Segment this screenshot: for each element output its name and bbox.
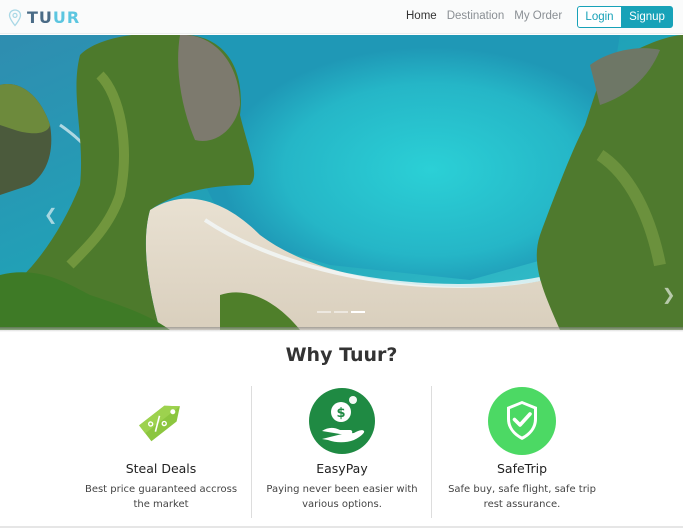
feature-desc: Paying never been easier with various op…	[266, 484, 418, 510]
section-title: Why Tuur?	[285, 344, 398, 366]
hero-divider	[0, 327, 683, 332]
feature-title: Steal Deals	[125, 461, 197, 476]
feature-desc: Safe buy, safe flight, safe trip rest as…	[448, 484, 596, 510]
navbar: TUUR Home Destination My Order Login Sig…	[0, 0, 683, 34]
nav-links: Home Destination My Order	[406, 10, 572, 22]
chevron-left-icon[interactable]: ❮	[44, 205, 58, 225]
carousel-indicators	[317, 311, 368, 313]
login-button[interactable]: Login	[577, 6, 622, 28]
chevron-right-icon[interactable]: ❯	[662, 285, 676, 305]
shield-check-icon	[488, 387, 556, 455]
hero-image	[0, 35, 683, 330]
feature-safetrip: SafeTrip Safe buy, safe flight, safe tri…	[432, 386, 612, 512]
brand-logo[interactable]: TUUR	[8, 8, 80, 27]
money-hand-icon: $	[309, 388, 375, 454]
carousel-indicator[interactable]	[317, 311, 331, 313]
carousel-indicator-active[interactable]	[351, 311, 365, 313]
svg-text:$: $	[336, 406, 345, 421]
hero-carousel: ❮ ❯	[0, 35, 683, 330]
nav-destination[interactable]: Destination	[447, 10, 505, 22]
feature-easypay: $ EasyPay Paying never been easier with …	[252, 386, 432, 512]
brand-name: TUUR	[27, 8, 81, 27]
price-tag-icon	[139, 405, 180, 442]
feature-desc: Best price guaranteed accross the market	[84, 484, 238, 510]
feature-title: SafeTrip	[496, 461, 548, 476]
feature-steal-deals: Steal Deals Best price guaranteed accros…	[71, 386, 251, 512]
nav-my-order[interactable]: My Order	[514, 10, 562, 22]
carousel-indicator[interactable]	[334, 311, 348, 313]
signup-button[interactable]: Signup	[621, 6, 673, 28]
feature-title: EasyPay	[316, 461, 368, 476]
nav-home[interactable]: Home	[406, 10, 437, 22]
map-pin-icon	[8, 8, 22, 27]
